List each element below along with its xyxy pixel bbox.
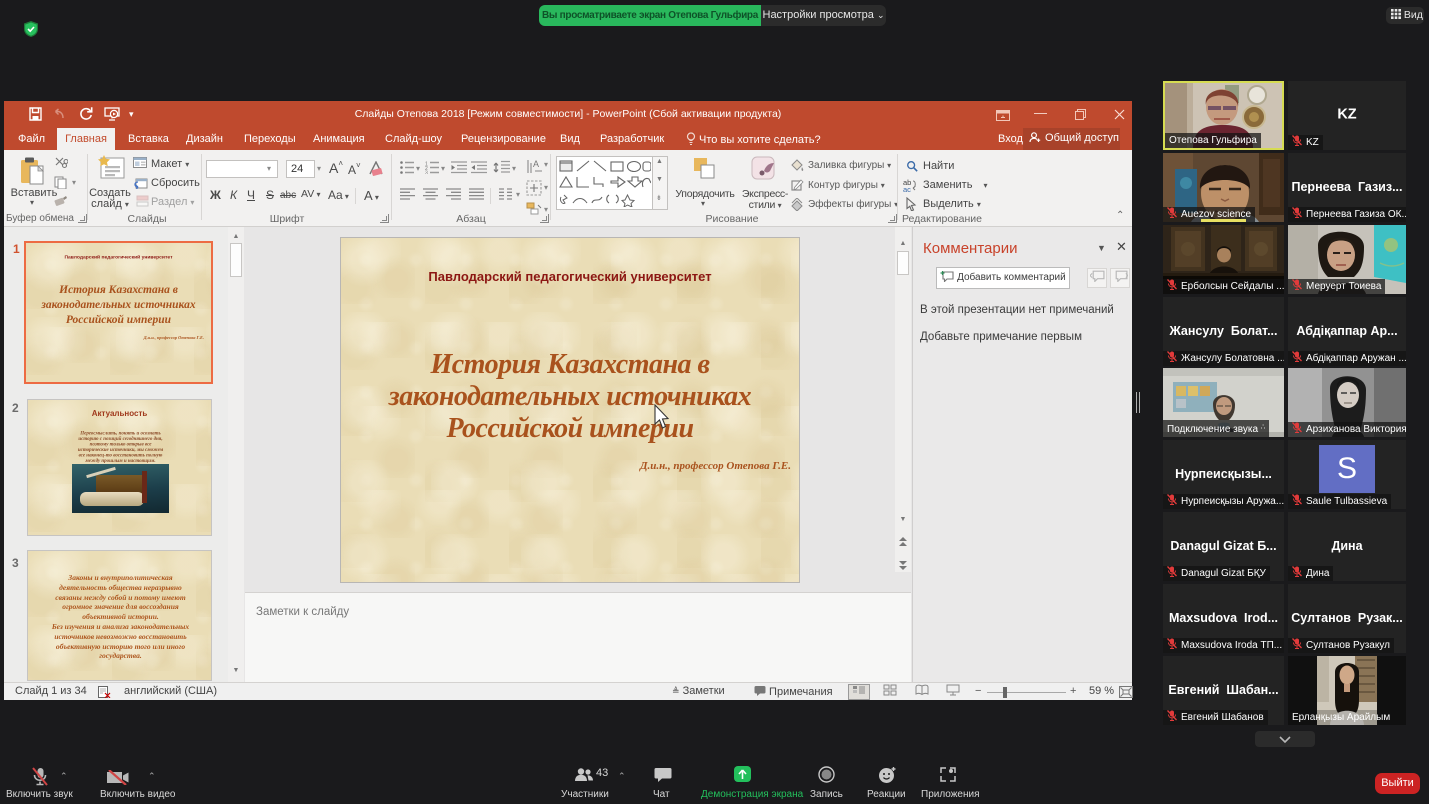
svg-text:А: А [533, 159, 539, 169]
svg-text:3: 3 [425, 171, 428, 175]
svg-text:ac: ac [903, 185, 911, 192]
